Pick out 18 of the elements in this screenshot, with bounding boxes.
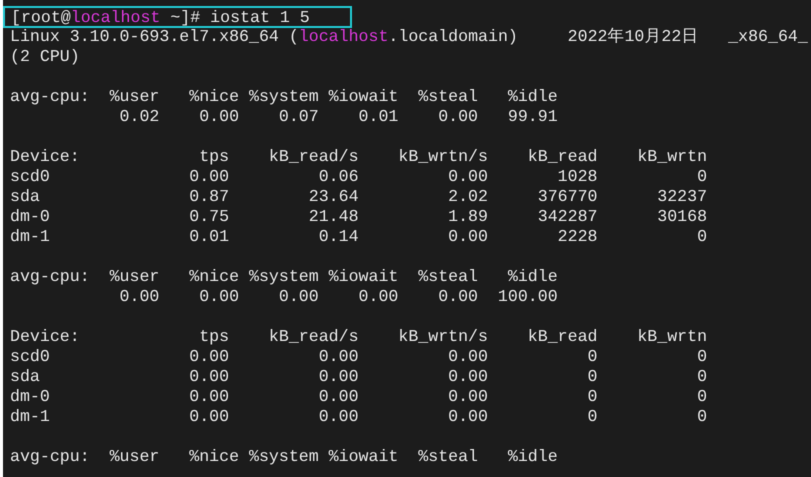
terminal-line: Linux 3.10.0-693.el7.x86_64 (localhost.localdomain) 2022年10月22日 _x86_64_ bbox=[10, 27, 808, 47]
terminal-line: dm-1 0.00 0.00 0.00 0 0 bbox=[10, 407, 708, 427]
terminal-line: 0.00 0.00 0.00 0.00 0.00 100.00 bbox=[118, 287, 558, 307]
terminal-line: dm-0 0.00 0.00 0.00 0 0 bbox=[10, 387, 708, 407]
terminal-line: dm-0 0.75 21.48 1.89 342287 30168 bbox=[10, 207, 708, 227]
terminal-line: sda 0.00 0.00 0.00 0 0 bbox=[10, 367, 708, 387]
terminal-line: dm-1 0.01 0.14 0.00 2228 0 bbox=[10, 227, 708, 247]
terminal-line: (2 CPU) bbox=[10, 47, 80, 67]
terminal-line: avg-cpu: %user %nice %system %iowait %steal %idle bbox=[10, 267, 558, 287]
terminal-line: 0.02 0.00 0.07 0.01 0.00 99.91 bbox=[118, 107, 558, 127]
terminal-line: scd0 0.00 0.00 0.00 0 0 bbox=[10, 347, 708, 367]
terminal-line: sda 0.87 23.64 2.02 376770 32237 bbox=[10, 187, 708, 207]
terminal-line: scd0 0.00 0.06 0.00 1028 0 bbox=[10, 167, 708, 187]
terminal-line: avg-cpu: %user %nice %system %iowait %steal %idle bbox=[10, 87, 558, 107]
terminal-line: Device: tps kB_read/s kB_wrtn/s kB_read kB_wrtn bbox=[10, 327, 708, 347]
command-prompt: [root@localhost ~]# iostat 1 5 bbox=[3, 6, 352, 28]
terminal-line: Device: tps kB_read/s kB_wrtn/s kB_read kB_wrtn bbox=[10, 147, 708, 167]
terminal-line: avg-cpu: %user %nice %system %iowait %steal %idle bbox=[10, 447, 558, 467]
